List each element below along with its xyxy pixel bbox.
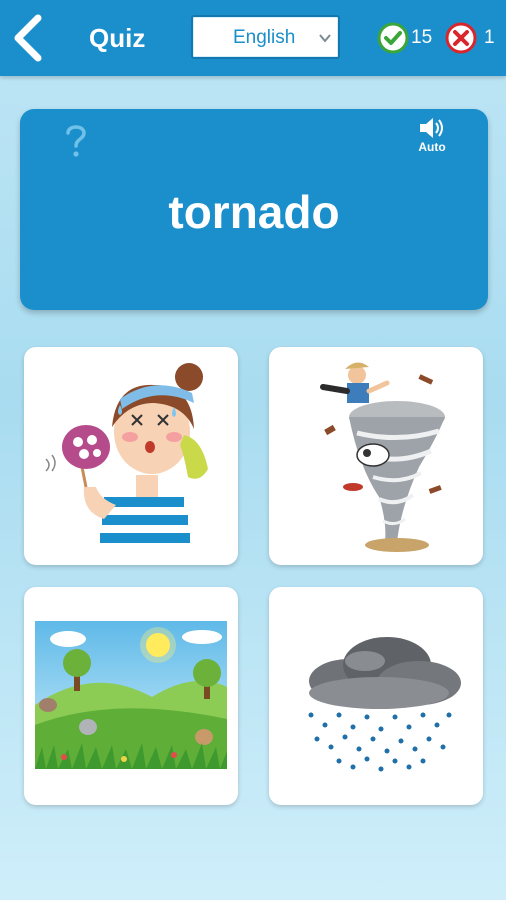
answer-option-2[interactable] <box>269 347 483 565</box>
quiz-word: tornado <box>168 186 340 238</box>
top-bar: Quiz English 15 1 <box>0 0 506 76</box>
language-select-value: English <box>233 27 296 48</box>
back-button[interactable] <box>8 12 48 64</box>
check-circle-icon <box>377 22 409 54</box>
question-card: Auto tornado <box>20 109 488 310</box>
audio-auto-label: Auto <box>418 140 446 154</box>
chevron-down-icon <box>319 34 331 43</box>
language-select[interactable]: English <box>191 15 340 59</box>
rain-cloud-picture <box>308 637 461 772</box>
correct-count: 15 <box>411 27 433 48</box>
question-mark-icon <box>66 125 86 157</box>
answer-option-4[interactable] <box>269 587 483 805</box>
wrong-count: 1 <box>484 27 495 48</box>
x-circle-icon <box>445 22 477 54</box>
raindrops <box>308 712 452 772</box>
back-arrow-icon <box>14 14 42 62</box>
answer-option-1[interactable] <box>24 347 238 565</box>
answer-option-3[interactable] <box>24 587 238 805</box>
audio-button[interactable]: Auto <box>412 117 452 165</box>
hint-button[interactable] <box>58 121 94 161</box>
speaker-icon <box>420 118 443 138</box>
sunny-meadow-picture <box>35 621 227 769</box>
page-title: Quiz <box>89 23 146 53</box>
hot-girl-fanning-picture <box>45 363 208 552</box>
tornado-picture <box>320 362 445 552</box>
